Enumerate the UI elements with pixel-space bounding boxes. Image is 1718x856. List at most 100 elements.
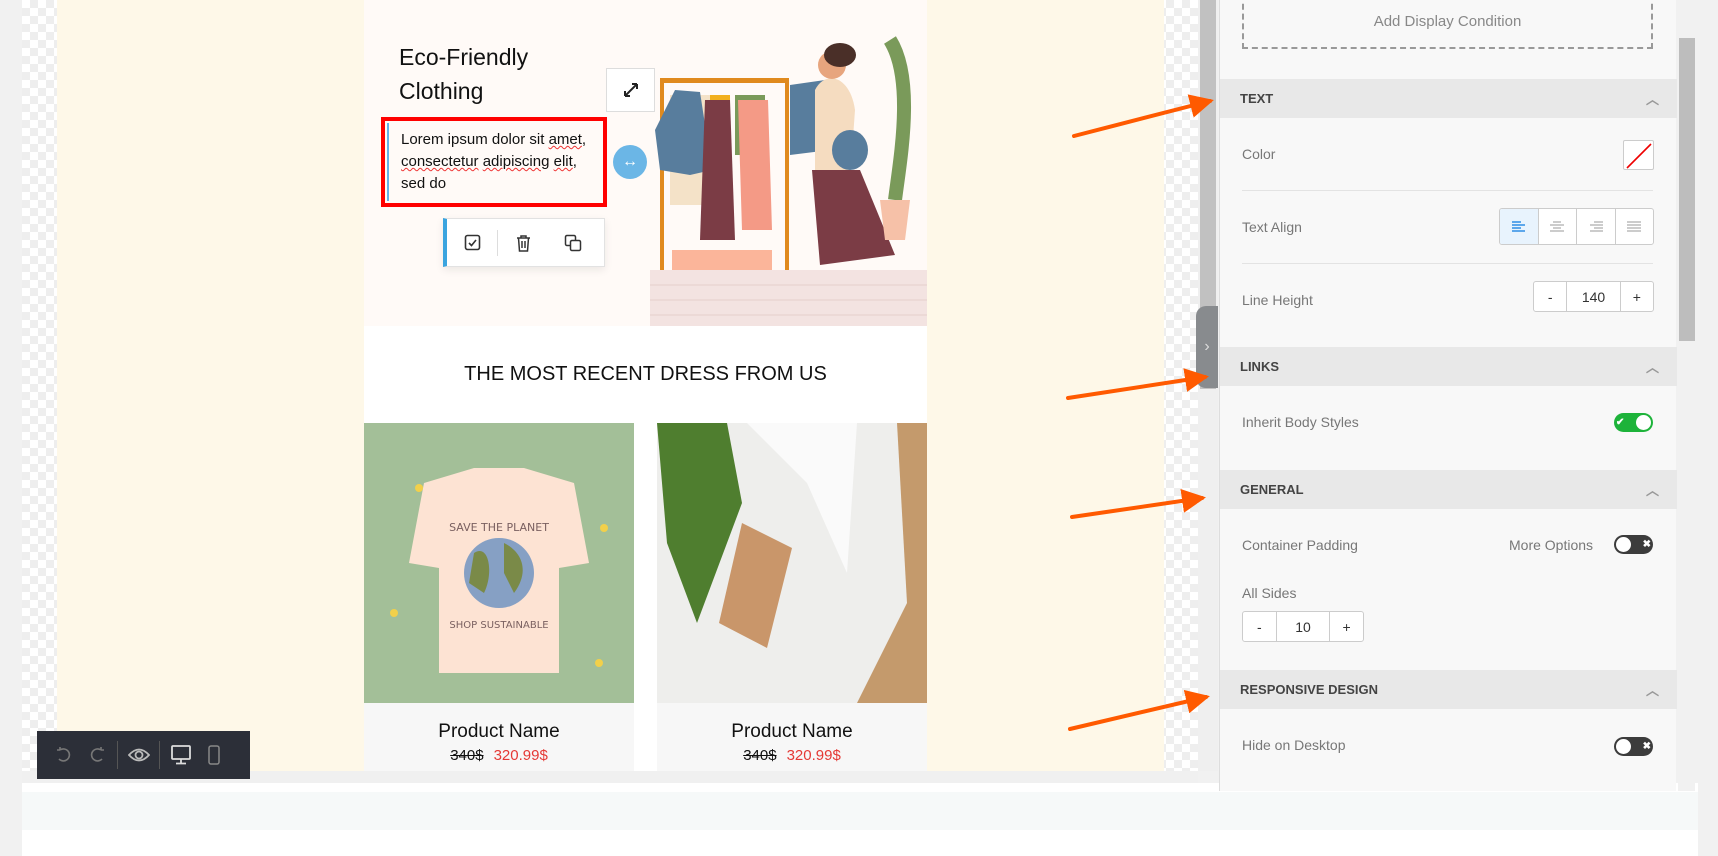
links-section-header[interactable]: LINKS ︿ (1220, 347, 1677, 386)
hero-section[interactable]: Eco-Friendly Clothing Lorem ipsum dolor … (364, 0, 927, 326)
hide-on-desktop-label: Hide on Desktop (1242, 737, 1346, 753)
desktop-icon (170, 745, 191, 765)
old-price: 340$ (743, 747, 777, 764)
all-sides-input[interactable]: 10 (1275, 612, 1331, 641)
align-justify-icon (1627, 220, 1642, 232)
line-height-input[interactable]: 140 (1566, 282, 1621, 311)
selected-text-block[interactable]: Lorem ipsum dolor sit amet, consectetur a… (381, 117, 607, 207)
horizontal-arrows-icon: ↔ (622, 153, 638, 170)
section-title: TEXT (1240, 91, 1274, 106)
all-sides-stepper: - 10 + (1242, 611, 1364, 642)
more-options-label: More Options (1509, 537, 1594, 553)
hero-illustration (650, 36, 927, 326)
delete-button[interactable] (498, 234, 548, 252)
align-left-button[interactable] (1500, 209, 1539, 244)
expand-button[interactable] (606, 68, 655, 112)
increment-button[interactable]: + (1621, 282, 1653, 311)
text-part: Lorem ipsum dolor sit (401, 131, 549, 148)
chevron-up-icon: ︿ (1645, 483, 1659, 498)
increment-button[interactable]: + (1330, 612, 1363, 641)
hero-title[interactable]: Eco-Friendly Clothing (399, 40, 599, 108)
product-card[interactable]: Product Name 340$ 320.99$ (657, 423, 927, 771)
text-part: amet (548, 131, 582, 148)
section-title[interactable]: THE MOST RECENT DRESS FROM US (364, 326, 927, 423)
inherit-body-styles-toggle[interactable]: ✔ (1614, 413, 1653, 432)
select-button[interactable] (447, 234, 497, 251)
text-section-header[interactable]: TEXT ︿ (1220, 79, 1677, 118)
editor-canvas: Eco-Friendly Clothing Lorem ipsum dolor … (22, 0, 1198, 771)
responsive-section-header[interactable]: RESPONSIVE DESIGN ︿ (1220, 670, 1677, 709)
line-height-label: Line Height (1242, 292, 1313, 308)
text-align-label: Text Align (1242, 219, 1302, 235)
desktop-view-button[interactable] (164, 745, 197, 765)
container-padding-label: Container Padding (1242, 537, 1358, 553)
align-justify-button[interactable] (1614, 209, 1654, 244)
check-icon: ✔ (1616, 417, 1625, 428)
text-part: sed do (401, 175, 447, 192)
product-name[interactable]: Product Name (657, 721, 927, 743)
add-display-condition-button[interactable]: Add Display Condition (1242, 0, 1653, 49)
chevron-up-icon: ︿ (1645, 92, 1659, 107)
product-image: SAVE THE PLANET SHOP SUSTAINABLE (364, 423, 634, 703)
color-picker[interactable] (1623, 140, 1654, 170)
undo-button[interactable] (47, 746, 80, 764)
preview-button[interactable] (122, 746, 155, 764)
eye-icon (127, 748, 150, 762)
redo-button[interactable] (80, 746, 113, 764)
text-align-group (1499, 208, 1654, 245)
email-background: Eco-Friendly Clothing Lorem ipsum dolor … (57, 0, 1164, 771)
element-toolbar (443, 218, 605, 267)
collapse-panel-button[interactable]: › (1196, 306, 1218, 388)
decrement-button[interactable]: - (1243, 612, 1276, 641)
align-right-icon (1589, 220, 1603, 232)
tshirt-text-bottom: SHOP SUSTAINABLE (449, 620, 548, 631)
mobile-icon (207, 745, 220, 765)
checkbox-icon (464, 234, 480, 251)
section-title: LINKS (1240, 359, 1279, 374)
align-left-icon (1511, 220, 1525, 232)
undo-icon (56, 747, 70, 762)
inherit-body-styles-label: Inherit Body Styles (1242, 414, 1359, 430)
chevron-up-icon: ︿ (1645, 683, 1659, 698)
sale-price: 320.99$ (493, 747, 548, 764)
x-icon: ✖ (1642, 741, 1651, 752)
tshirt-text-top: SAVE THE PLANET (449, 521, 549, 534)
trash-icon (516, 234, 530, 252)
chevron-up-icon: ︿ (1645, 360, 1659, 375)
old-price: 340$ (450, 747, 484, 764)
resize-handle[interactable]: ↔ (613, 145, 647, 179)
divider (1242, 263, 1653, 264)
section-title: RESPONSIVE DESIGN (1240, 682, 1378, 697)
hide-on-desktop-toggle[interactable]: ✖ (1614, 737, 1653, 756)
sale-price: 320.99$ (786, 747, 841, 764)
divider (1242, 190, 1653, 191)
panel-scroll-thumb[interactable] (1679, 38, 1695, 341)
text-part: consectetur (401, 153, 479, 170)
align-center-icon (1550, 220, 1565, 232)
chevron-right-icon: › (1204, 338, 1210, 355)
all-sides-label: All Sides (1242, 585, 1297, 601)
text-part: elit (553, 153, 573, 170)
duplicate-button[interactable] (548, 234, 598, 252)
email-body: Eco-Friendly Clothing Lorem ipsum dolor … (364, 0, 927, 771)
align-center-button[interactable] (1537, 209, 1577, 244)
line-height-stepper: - 140 + (1533, 281, 1654, 312)
mobile-view-button[interactable] (197, 745, 230, 765)
hero-text[interactable]: Lorem ipsum dolor sit amet, consectetur a… (387, 123, 601, 201)
product-name[interactable]: Product Name (364, 721, 634, 743)
decrement-button[interactable]: - (1534, 282, 1566, 311)
product-card[interactable]: SAVE THE PLANET SHOP SUSTAINABLE Product… (364, 423, 634, 771)
no-color-icon (1626, 143, 1652, 169)
text-part: , (572, 153, 577, 170)
align-right-button[interactable] (1576, 209, 1615, 244)
footer-area (22, 783, 1698, 856)
duplicate-icon (564, 234, 582, 251)
general-section-header[interactable]: GENERAL ︿ (1220, 470, 1677, 509)
section-title: GENERAL (1240, 482, 1304, 497)
text-part: , (581, 131, 587, 148)
expand-icon (623, 83, 638, 97)
settings-panel: Add Display Condition TEXT ︿ Color Text A… (1219, 0, 1677, 791)
x-icon: ✖ (1642, 539, 1651, 550)
more-options-toggle[interactable]: ✖ (1614, 535, 1653, 554)
redo-icon (90, 747, 104, 762)
